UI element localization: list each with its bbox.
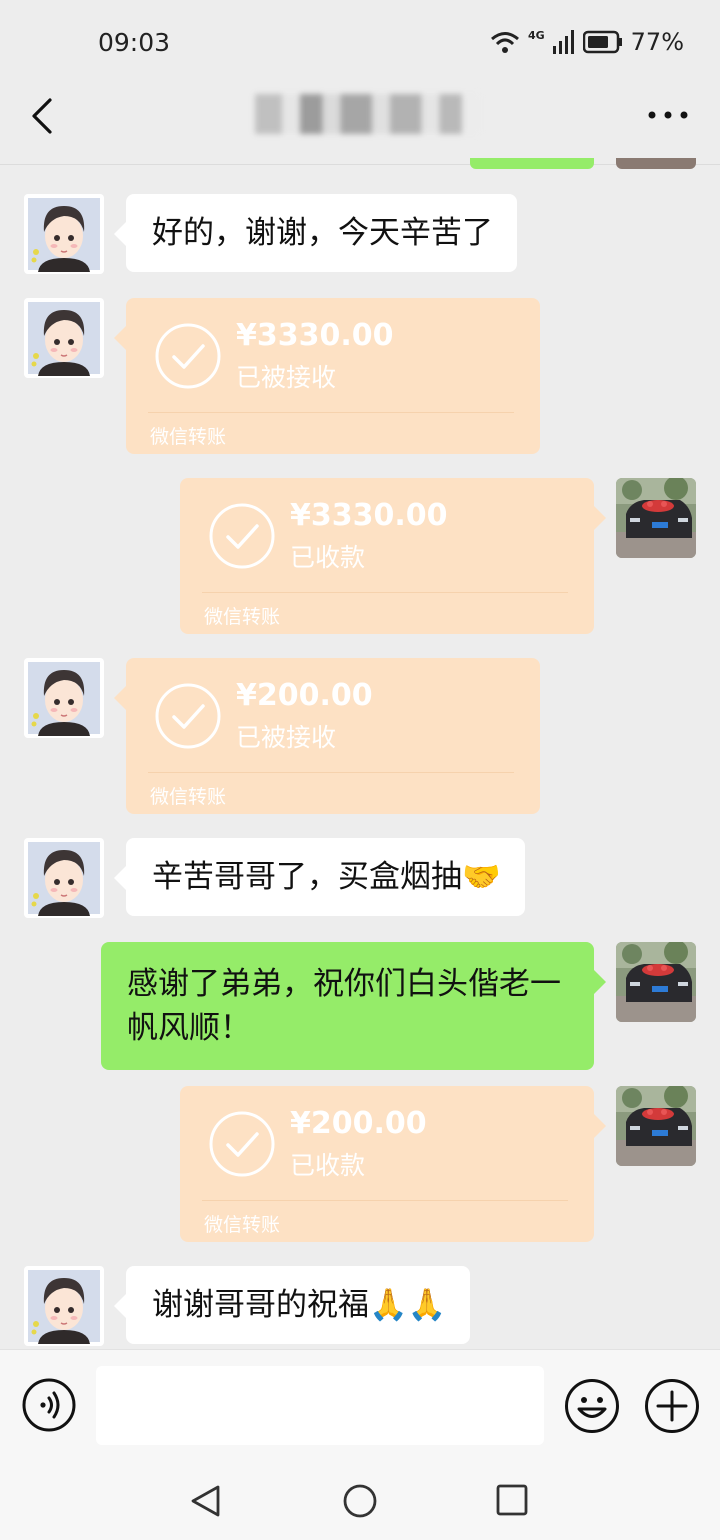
- message-bubble-text[interactable]: 辛苦哥哥了，买盒烟抽🤝: [114, 838, 525, 916]
- transfer-amount: ¥200.00: [236, 678, 373, 713]
- cartoon-boy-avatar-image: [28, 842, 100, 916]
- chevron-left-icon[interactable]: [24, 96, 64, 136]
- message-input[interactable]: [96, 1366, 544, 1445]
- plus-icon[interactable]: [644, 1378, 700, 1434]
- message-text: 感谢了弟弟，祝你们白头偕老一帆风顺！: [127, 966, 561, 1046]
- wedding-car-photo: [616, 942, 696, 1022]
- contact-avatar[interactable]: [24, 658, 104, 738]
- message-text: 好的，谢谢，今天辛苦了: [152, 215, 493, 251]
- cartoon-boy-avatar-image: [28, 662, 100, 736]
- transfer-amount: ¥3330.00: [290, 498, 448, 533]
- transfer-card[interactable]: ¥3330.00 已被接收 微信转账: [114, 298, 540, 454]
- chat-title-redacted: [255, 94, 480, 134]
- status-indicators: 4G 77%: [490, 28, 684, 56]
- transfer-divider: [148, 412, 514, 413]
- message-bubble-text[interactable]: 谢谢哥哥的祝福🙏🙏: [113, 1266, 471, 1344]
- cartoon-boy-avatar-image: [28, 198, 100, 272]
- contact-avatar[interactable]: [24, 194, 104, 274]
- contact-avatar[interactable]: [24, 1266, 104, 1346]
- self-message-bubble[interactable]: 感谢了弟弟，祝你们白头偕老一帆风顺！: [101, 942, 606, 1070]
- message-text: 辛苦哥哥了，买盒烟抽🤝: [152, 859, 501, 895]
- cartoon-boy-avatar-image: [28, 1270, 100, 1344]
- nav-recent-icon[interactable]: [496, 1483, 528, 1517]
- check-circle-icon: [209, 503, 275, 569]
- status-time: 09:03: [98, 28, 171, 57]
- contact-avatar[interactable]: [24, 838, 104, 918]
- system-nav-bar: [0, 1467, 720, 1540]
- transfer-card[interactable]: ¥200.00 已被接收 微信转账: [114, 658, 540, 814]
- voice-icon[interactable]: [22, 1378, 76, 1432]
- transfer-label: 微信转账: [150, 786, 227, 808]
- transfer-label: 微信转账: [204, 606, 281, 628]
- transfer-card[interactable]: ¥200.00 已收款 微信转账: [180, 1086, 606, 1242]
- transfer-divider: [148, 772, 514, 773]
- battery-percent: 77%: [630, 28, 684, 56]
- message-bubble-text[interactable]: 好的，谢谢，今天辛苦了: [114, 194, 517, 272]
- transfer-label: 微信转账: [150, 426, 227, 448]
- chat-title: [255, 94, 256, 95]
- emoji-icon[interactable]: [564, 1378, 620, 1434]
- wedding-car-photo: [616, 1086, 696, 1166]
- message-text: 谢谢哥哥的祝福🙏🙏: [152, 1287, 447, 1323]
- chat-header: [0, 66, 720, 165]
- transfer-label: 微信转账: [204, 1214, 281, 1236]
- contact-avatar[interactable]: [24, 298, 104, 378]
- transfer-status: 已收款: [290, 543, 366, 572]
- transfer-amount: ¥200.00: [290, 1106, 427, 1141]
- transfer-status: 已被接收: [236, 363, 337, 392]
- wifi-icon: [491, 32, 519, 53]
- cartoon-boy-avatar-image: [28, 302, 100, 376]
- partial-self-bubble: [470, 158, 594, 169]
- wedding-car-photo: [616, 478, 696, 558]
- transfer-divider: [202, 1200, 568, 1201]
- nav-back-icon[interactable]: [188, 1483, 224, 1519]
- signal-icon: [552, 30, 574, 54]
- self-avatar[interactable]: [616, 478, 696, 558]
- more-icon[interactable]: [646, 100, 690, 130]
- nav-home-icon[interactable]: [342, 1483, 378, 1519]
- transfer-divider: [202, 592, 568, 593]
- battery-icon: [582, 30, 622, 54]
- transfer-amount: ¥3330.00: [236, 318, 394, 353]
- self-avatar[interactable]: [616, 942, 696, 1022]
- transfer-status: 已被接收: [236, 723, 337, 752]
- check-circle-icon: [155, 323, 221, 389]
- partial-self-avatar: [616, 158, 696, 169]
- chat-input-bar: [0, 1349, 720, 1468]
- transfer-card[interactable]: ¥3330.00 已收款 微信转账: [180, 478, 606, 634]
- check-circle-icon: [155, 683, 221, 749]
- check-circle-icon: [209, 1111, 275, 1177]
- transfer-status: 已收款: [290, 1151, 366, 1180]
- self-avatar[interactable]: [616, 1086, 696, 1166]
- network-type-label: 4G: [527, 28, 545, 42]
